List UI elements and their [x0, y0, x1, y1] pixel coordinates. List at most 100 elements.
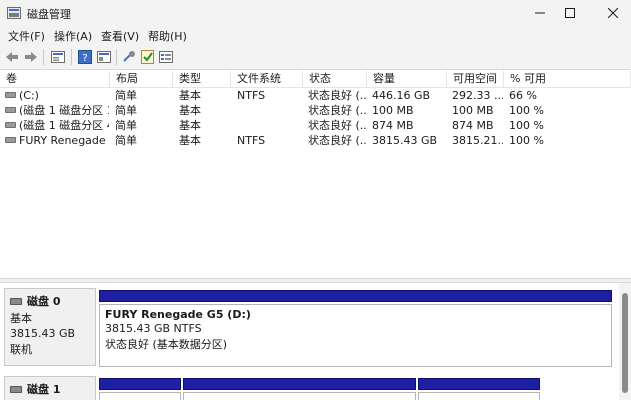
- cell-capacity: 3815.43 GB: [372, 134, 438, 147]
- disk-0-name: 磁盘 0: [27, 295, 61, 308]
- disk-icon: [10, 297, 22, 305]
- volume-list: (C:) 简单 基本 NTFS 状态良好 (... 446.16 GB 292.…: [0, 88, 631, 278]
- cell-free-space: 292.33 ...: [452, 89, 503, 102]
- disk-icon: [10, 385, 22, 393]
- list-icon[interactable]: [158, 49, 174, 65]
- cell-capacity: 446.16 GB: [372, 89, 431, 102]
- check-icon[interactable]: [140, 49, 156, 65]
- cell-status: 状态良好 (...: [308, 89, 366, 102]
- partition-d-bar: [99, 290, 612, 302]
- cell-volume: (C:): [19, 89, 39, 102]
- cell-percent-free: 100 %: [509, 104, 544, 117]
- volume-list-header: 卷 布局 类型 文件系统 状态 容量 可用空间 % 可用: [0, 71, 631, 88]
- column-header-capacity[interactable]: 容量: [367, 71, 447, 88]
- volume-icon: [5, 107, 16, 113]
- view-icon[interactable]: [96, 49, 112, 65]
- forward-arrow-icon[interactable]: [23, 49, 39, 65]
- disk-1-info[interactable]: 磁盘 1: [4, 376, 96, 400]
- cell-capacity: 100 MB: [372, 104, 414, 117]
- partition[interactable]: [418, 392, 540, 400]
- scrollbar-thumb[interactable]: [622, 293, 628, 393]
- cell-free-space: 874 MB: [452, 119, 494, 132]
- cell-type: 基本: [179, 104, 201, 117]
- disk-0-info[interactable]: 磁盘 0 基本 3815.43 GB 联机: [4, 288, 96, 366]
- cell-percent-free: 66 %: [509, 89, 537, 102]
- column-header-free-space[interactable]: 可用空间: [447, 71, 504, 88]
- cell-layout: 简单: [115, 104, 137, 117]
- window-title: 磁盘管理: [27, 8, 71, 21]
- menu-action[interactable]: 操作(A): [54, 28, 92, 44]
- cell-type: 基本: [179, 134, 201, 147]
- cell-percent-free: 100 %: [509, 119, 544, 132]
- menu-file[interactable]: 文件(F): [8, 28, 45, 44]
- column-header-volume[interactable]: 卷: [0, 71, 110, 88]
- column-header-filesystem[interactable]: 文件系统: [231, 71, 303, 88]
- toolbar-separator: [71, 49, 72, 65]
- cell-filesystem: [237, 118, 301, 133]
- cell-layout: 简单: [115, 89, 137, 102]
- disk-0-type: 基本: [10, 312, 32, 325]
- volume-icon: [5, 92, 16, 98]
- disk-graph-view: 磁盘 0 基本 3815.43 GB 联机 FURY Renegade G5 (…: [0, 283, 631, 400]
- column-header-layout[interactable]: 布局: [110, 71, 173, 88]
- cell-percent-free: 100 %: [509, 134, 544, 147]
- back-arrow-icon[interactable]: [4, 49, 20, 65]
- partition-d[interactable]: FURY Renegade G5 (D:) 3815.43 GB NTFS 状态…: [99, 304, 612, 367]
- cell-volume: (磁盘 1 磁盘分区 4): [19, 119, 109, 132]
- close-button[interactable]: [590, 0, 631, 26]
- graph-scrollbar[interactable]: [619, 283, 631, 400]
- cell-type: 基本: [179, 119, 201, 132]
- toolbar-separator: [116, 49, 117, 65]
- cell-free-space: 100 MB: [452, 104, 494, 117]
- partition[interactable]: [183, 392, 416, 400]
- maximize-icon: [565, 8, 575, 18]
- help-icon[interactable]: ?: [77, 49, 93, 65]
- disk-0-size: 3815.43 GB: [10, 327, 76, 340]
- minimize-icon: [535, 12, 545, 14]
- cell-filesystem: NTFS: [237, 89, 266, 102]
- maximize-button[interactable]: [547, 0, 593, 26]
- toolbar: ?: [0, 44, 631, 70]
- cell-type: 基本: [179, 89, 201, 102]
- partition-bar: [99, 378, 181, 390]
- cell-status: 状态良好 (...: [308, 119, 366, 132]
- cell-filesystem: NTFS: [237, 134, 266, 147]
- table-row[interactable]: (磁盘 1 磁盘分区 4) 简单 基本 状态良好 (... 874 MB 874…: [0, 118, 631, 133]
- table-row[interactable]: (C:) 简单 基本 NTFS 状态良好 (... 446.16 GB 292.…: [0, 88, 631, 103]
- partition-bar: [183, 378, 416, 390]
- cell-volume: (磁盘 1 磁盘分区 1): [19, 104, 109, 117]
- column-header-percent-free[interactable]: % 可用: [504, 71, 631, 88]
- table-row[interactable]: (磁盘 1 磁盘分区 1) 简单 基本 状态良好 (... 100 MB 100…: [0, 103, 631, 118]
- cell-capacity: 874 MB: [372, 119, 414, 132]
- cell-status: 状态良好 (...: [308, 134, 366, 147]
- partition-bar: [418, 378, 540, 390]
- toolbar-separator: [43, 49, 44, 65]
- cell-free-space: 3815.21...: [452, 134, 503, 147]
- menu-help[interactable]: 帮助(H): [148, 28, 187, 44]
- partition-d-status: 状态良好 (基本数据分区): [105, 338, 228, 351]
- partition[interactable]: [99, 392, 181, 400]
- disk-1-name: 磁盘 1: [27, 383, 61, 396]
- disk-0-status: 联机: [10, 343, 32, 356]
- cell-filesystem: [237, 103, 301, 118]
- menu-bar: 文件(F) 操作(A) 查看(V) 帮助(H): [0, 26, 631, 44]
- disk-management-app-icon: [7, 7, 21, 19]
- properties-icon[interactable]: [50, 49, 66, 65]
- cell-layout: 简单: [115, 134, 137, 147]
- table-row[interactable]: FURY Renegade ... 简单 基本 NTFS 状态良好 (... 3…: [0, 133, 631, 148]
- title-bar: 磁盘管理: [0, 0, 631, 26]
- cell-status: 状态良好 (...: [308, 104, 366, 117]
- svg-text:?: ?: [82, 53, 87, 64]
- volume-icon: [5, 137, 16, 143]
- cell-layout: 简单: [115, 119, 137, 132]
- partition-d-detail: 3815.43 GB NTFS: [105, 322, 202, 335]
- disk-1-name-row: 磁盘 1: [10, 381, 90, 397]
- partition-d-title: FURY Renegade G5 (D:): [105, 308, 251, 321]
- volume-icon: [5, 122, 16, 128]
- column-header-type[interactable]: 类型: [173, 71, 231, 88]
- close-icon: [608, 8, 618, 18]
- disk-0-name-row: 磁盘 0: [10, 293, 90, 309]
- connect-icon[interactable]: [122, 49, 138, 65]
- column-header-status[interactable]: 状态: [303, 71, 367, 88]
- menu-view[interactable]: 查看(V): [101, 28, 139, 44]
